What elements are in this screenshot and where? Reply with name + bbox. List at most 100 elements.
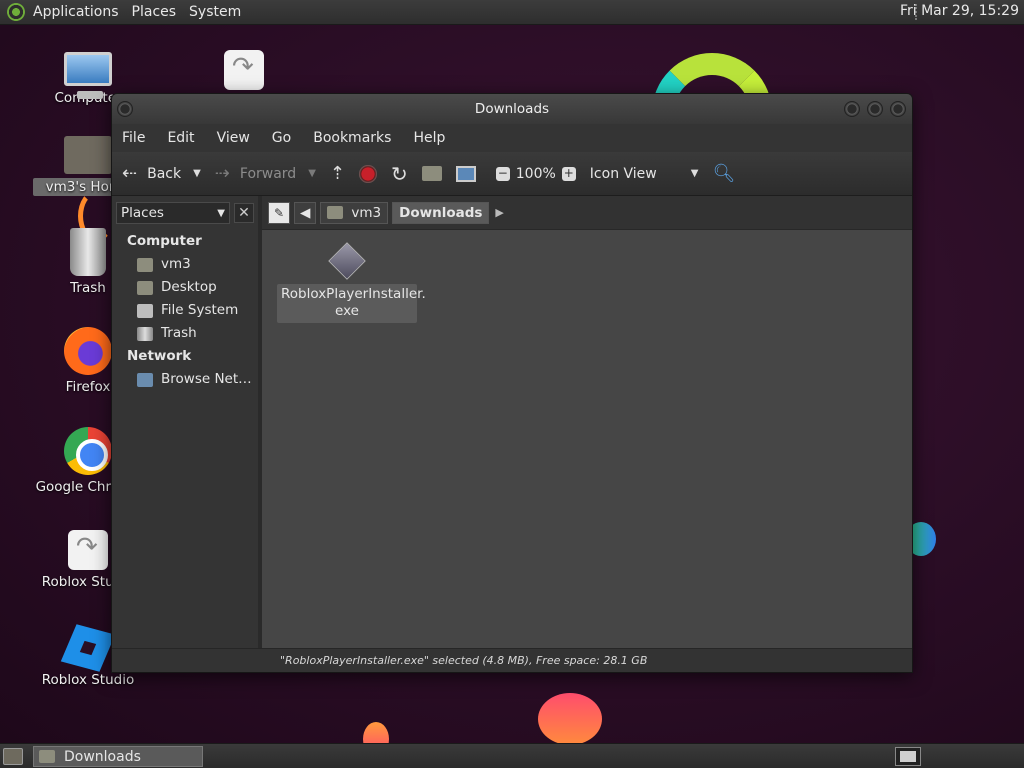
clock[interactable]: Fri Mar 29, 15:29 [900,3,1019,19]
sidebar-item-vm3[interactable]: vm3 [112,253,258,276]
sidebar-item-file-system[interactable]: File System [112,299,258,322]
sidebar-item-desktop[interactable]: Desktop [112,276,258,299]
firefox-icon [64,327,112,375]
file-view[interactable]: ✎ ◀ vm3 Downloads ▶ RobloxPlayerInstalle… [262,196,912,648]
wallpaper-shape [538,693,602,745]
menu-edit[interactable]: Edit [167,130,194,146]
sidebar-item-label: Browse Net… [161,371,252,387]
desktop-icon-roblox-studio-top[interactable] [222,50,266,94]
sidebar: Places ▼ ✕ Computer vm3 Desktop File Sys… [112,196,262,648]
menubar: File Edit View Go Bookmarks Help [112,124,912,152]
computer-icon [64,52,112,99]
window-titlebar[interactable]: Downloads [112,94,912,124]
zoom-out-icon[interactable]: − [495,166,510,181]
path-segment-vm3[interactable]: vm3 [320,201,389,224]
sidebar-selector-label: Places [121,205,164,221]
top-panel: Applications Places System Fri Mar 29, 1… [0,0,1024,25]
chrome-icon [64,427,112,475]
home-folder-icon [64,136,112,174]
bottom-panel: Downloads [0,743,1024,768]
computer-icon [455,165,476,182]
menu-bookmarks[interactable]: Bookmarks [313,130,391,146]
desktop-folder-icon [137,280,153,295]
trash-icon [137,326,153,341]
sidebar-selector[interactable]: Places ▼ [116,202,230,224]
back-arrow-icon: ⇠ [122,163,138,184]
forward-button[interactable]: ⇢ Forward ▼ [215,163,316,184]
path-segment-label: Downloads [399,204,483,221]
close-sidebar-button[interactable]: ✕ [234,203,254,223]
path-scroll-right-icon[interactable]: ▶ [495,206,503,219]
window-menu-button[interactable] [117,101,133,117]
forward-arrow-icon: ⇢ [214,163,230,184]
back-history-dropdown-icon[interactable]: ▼ [193,168,201,179]
desktop-icon-label: Roblox Studio [41,672,135,688]
sidebar-item-label: vm3 [161,256,191,272]
home-folder-icon [327,206,344,219]
roblox-icon [60,624,116,672]
up-arrow-icon: ⇡ [329,163,345,184]
zoom-level[interactable]: 100% [516,166,556,182]
chevron-down-icon: ▼ [217,207,225,219]
sidebar-item-label: File System [161,302,239,318]
network-icon [137,372,153,387]
menu-go[interactable]: Go [272,130,291,146]
sidebar-item-trash[interactable]: Trash [112,322,258,345]
sidebar-heading-network: Network [127,348,192,364]
maximize-button[interactable] [867,101,883,117]
file-item[interactable]: RobloxPlayerInstaller. exe [277,242,426,323]
sidebar-heading-computer: Computer [127,233,202,249]
back-button[interactable]: ⇠ Back ▼ [122,163,201,184]
places-menu[interactable]: Places [132,4,177,20]
window-title: Downloads [474,101,550,117]
menu-help[interactable]: Help [413,130,445,146]
status-bar: "RobloxPlayerInstaller.exe" selected (4.… [112,648,912,672]
zoom-in-icon[interactable]: + [561,166,576,181]
stop-button[interactable] [359,164,377,183]
computer-button[interactable] [455,165,476,182]
toolbar: ⇠ Back ▼ ⇢ Forward ▼ ⇡ ↻ − 100% + Icon V… [112,152,912,196]
distro-logo-icon[interactable] [7,3,25,21]
forward-history-dropdown-icon[interactable]: ▼ [308,168,316,179]
file-name-line: RobloxPlayerInstaller. [281,286,426,302]
sidebar-item-browse-network[interactable]: Browse Net… [112,368,258,391]
stop-icon [359,164,377,183]
taskbar-item-downloads[interactable]: Downloads [33,746,203,767]
drive-icon [137,303,153,318]
search-button[interactable]: 🔍︎ [712,163,735,184]
home-folder-icon [137,257,153,272]
reload-button[interactable]: ↻ [391,162,408,186]
taskbar-item-label: Downloads [64,748,141,765]
menu-file[interactable]: File [122,130,145,146]
menu-view[interactable]: View [217,130,250,146]
sidebar-item-label: Desktop [161,279,217,295]
content-area: Places ▼ ✕ Computer vm3 Desktop File Sys… [112,196,912,648]
view-mode-select[interactable]: Icon View ▼ [590,166,699,182]
forward-label: Forward [239,165,297,182]
up-button[interactable]: ⇡ [330,163,345,184]
show-desktop-icon[interactable] [3,748,23,765]
path-segment-label: vm3 [351,204,382,221]
path-bar: ✎ ◀ vm3 Downloads ▶ [262,196,912,230]
minimize-button[interactable] [844,101,860,117]
path-scroll-left-button[interactable]: ◀ [294,201,317,224]
home-icon [421,166,442,181]
file-manager-window: Downloads File Edit View Go Bookmarks He… [111,93,913,673]
file-name-line: exe [335,303,359,319]
home-button[interactable] [421,166,442,181]
workspace-switcher[interactable] [895,747,921,766]
close-button[interactable] [890,101,906,117]
system-menu[interactable]: System [189,4,241,20]
file-name: RobloxPlayerInstaller. exe [277,284,426,323]
roblox-studio-icon [224,50,264,90]
roblox-studio-icon [68,530,108,570]
reload-icon: ↻ [391,161,408,186]
folder-icon [39,750,55,763]
executable-file-icon [328,242,366,280]
applications-menu[interactable]: Applications [33,4,119,20]
toggle-location-entry-button[interactable]: ✎ [268,201,290,224]
sidebar-header: Places ▼ ✕ [112,196,258,230]
chevron-down-icon: ▼ [690,168,699,179]
path-segment-downloads[interactable]: Downloads [392,201,490,224]
view-mode-label: Icon View [589,165,657,182]
